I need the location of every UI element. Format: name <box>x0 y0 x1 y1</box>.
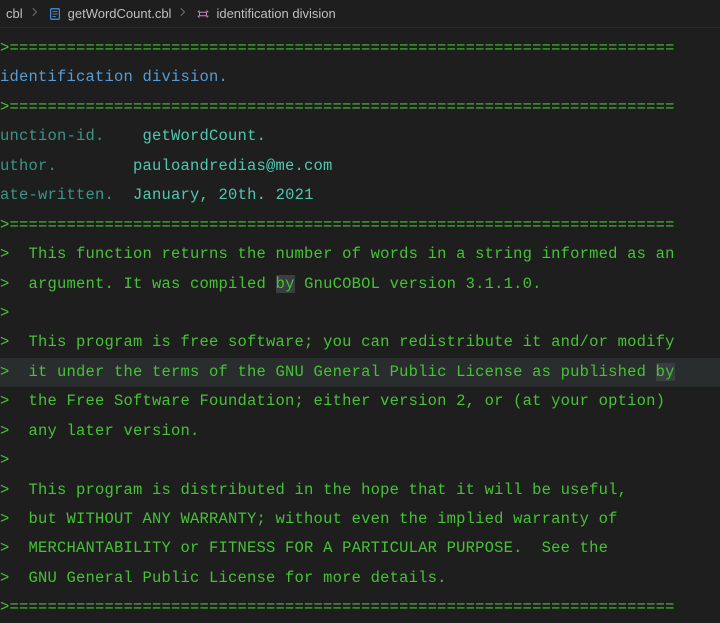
file-icon <box>47 6 63 22</box>
code-line: identification division. <box>0 63 720 92</box>
code-line: > This function returns the number of wo… <box>0 240 720 269</box>
breadcrumb-folder-label: cbl <box>6 6 23 21</box>
chevron-right-icon <box>29 6 41 21</box>
breadcrumb-segment-file[interactable]: getWordCount.cbl <box>47 6 172 22</box>
code-line: > <box>0 446 720 475</box>
code-line: > This program is distributed in the hop… <box>0 476 720 505</box>
chevron-right-icon <box>177 6 189 21</box>
code-line: >=======================================… <box>0 93 720 122</box>
breadcrumb-symbol-label: identification division <box>216 6 335 21</box>
code-line-active: > it under the terms of the GNU General … <box>0 358 720 387</box>
code-line: > but WITHOUT ANY WARRANTY; without even… <box>0 505 720 534</box>
code-line: > <box>0 299 720 328</box>
code-line: > argument. It was compiled by GnuCOBOL … <box>0 270 720 299</box>
code-line: > any later version. <box>0 417 720 446</box>
code-line: > MERCHANTABILITY or FITNESS FOR A PARTI… <box>0 534 720 563</box>
breadcrumb-file-label: getWordCount.cbl <box>68 6 172 21</box>
breadcrumb: cbl getWordCount.cbl identification divi… <box>0 0 720 28</box>
breadcrumb-segment-folder[interactable]: cbl <box>6 6 23 21</box>
breadcrumb-segment-symbol[interactable]: identification division <box>195 6 335 22</box>
code-line: > This program is free software; you can… <box>0 328 720 357</box>
code-line: > GNU General Public License for more de… <box>0 564 720 593</box>
code-line: >=======================================… <box>0 211 720 240</box>
code-line: > the Free Software Foundation; either v… <box>0 387 720 416</box>
code-line: uthor. pauloandredias@me.com <box>0 152 720 181</box>
code-line: >=======================================… <box>0 593 720 622</box>
code-line: >=======================================… <box>0 34 720 63</box>
code-line: unction-id. getWordCount. <box>0 122 720 151</box>
code-line: ate-written. January, 20th. 2021 <box>0 181 720 210</box>
symbol-icon <box>195 6 211 22</box>
code-editor[interactable]: >=======================================… <box>0 28 720 623</box>
